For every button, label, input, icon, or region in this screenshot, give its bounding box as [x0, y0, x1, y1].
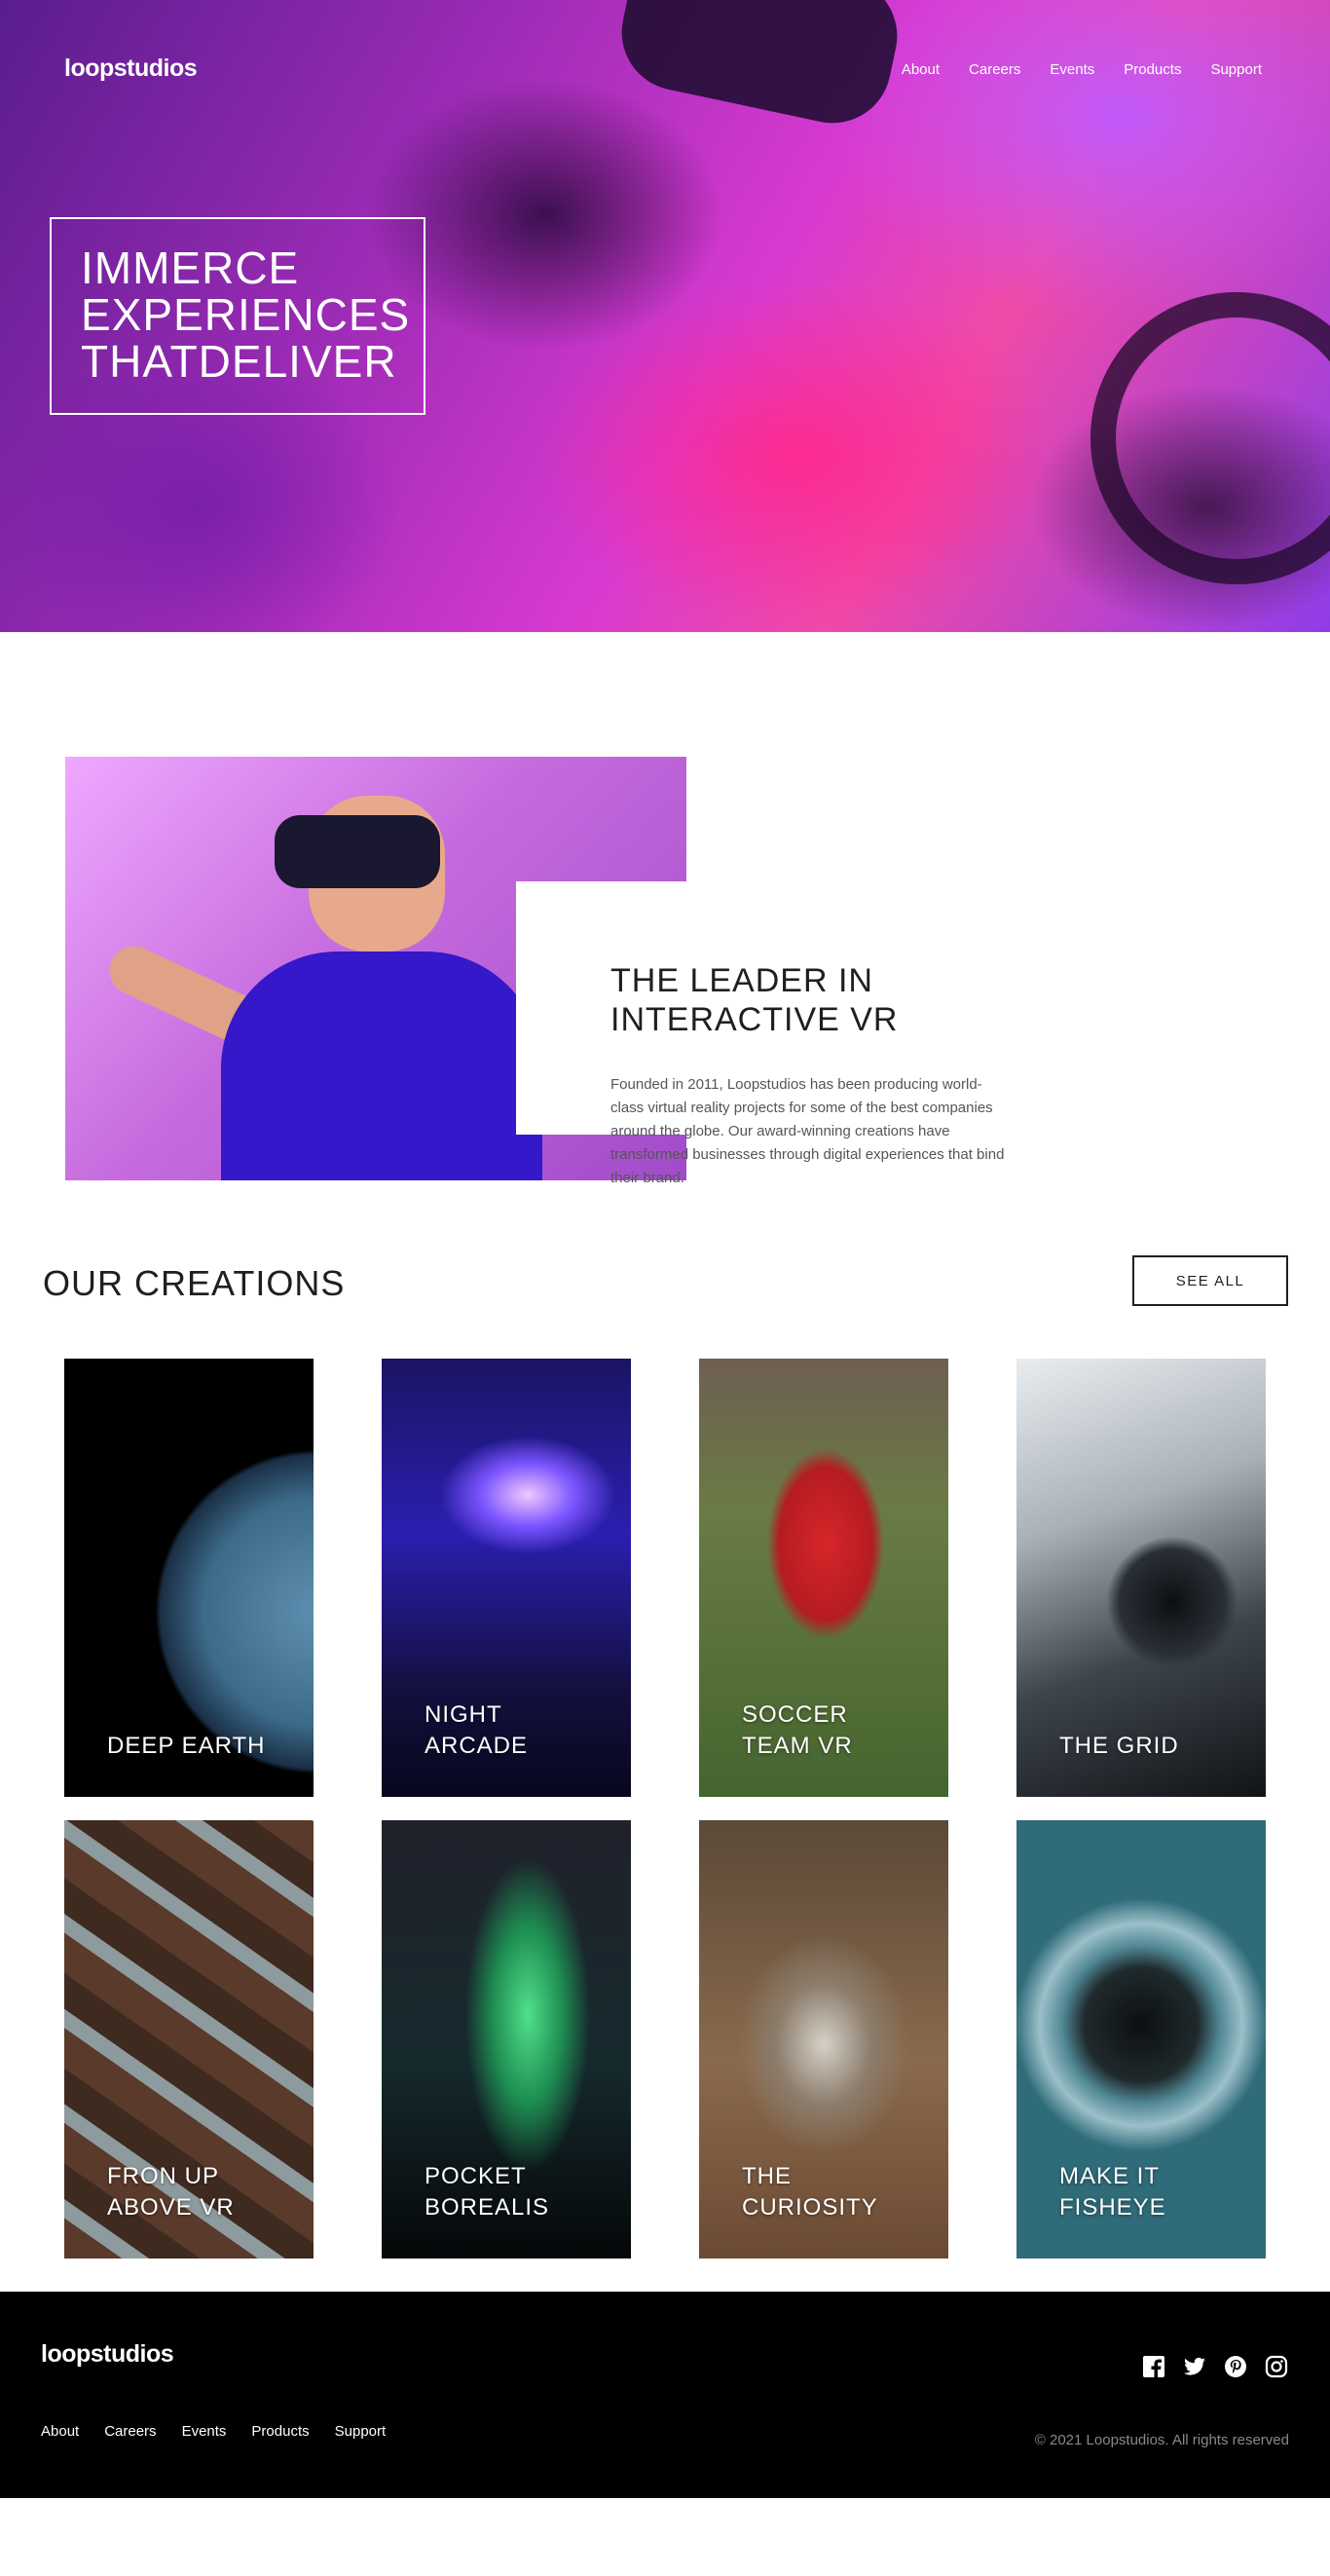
creation-card-soccer-team-vr[interactable]: SOCCER TEAM VR: [699, 1359, 948, 1797]
hero-headline-line: THATDELIVER: [81, 336, 397, 387]
creation-card-title: THE GRID: [1059, 1733, 1179, 1759]
social-links: [1141, 2355, 1289, 2380]
interactive-title: THE LEADER IN INTERACTIVE VR: [610, 962, 899, 1038]
nav-events[interactable]: Events: [1050, 61, 1094, 78]
hero-vr-headset-shape: [610, 0, 908, 134]
creation-card-title: SOCCER TEAM VR: [742, 1701, 853, 1759]
creation-card-title: MAKE IT FISHEYE: [1059, 2163, 1166, 2221]
creation-card-pocket-borealis[interactable]: POCKET BOREALIS: [382, 1820, 631, 2259]
nav-support[interactable]: Support: [1210, 61, 1262, 78]
hero-headline-box: IMMERCE EXPERIENCES THATDELIVER: [50, 217, 425, 415]
twitter-icon[interactable]: [1182, 2355, 1207, 2380]
hero-headline-line: IMMERCE: [81, 243, 300, 293]
hero-steering-wheel-shape: [1090, 292, 1330, 584]
vr-headset-shape: [275, 815, 440, 888]
creation-card-night-arcade[interactable]: NIGHT ARCADE: [382, 1359, 631, 1797]
creation-card-the-grid[interactable]: THE GRID: [1016, 1359, 1266, 1797]
footer-logo[interactable]: loopstudios: [41, 2340, 174, 2369]
creation-card-title: DEEP EARTH: [107, 1733, 266, 1759]
creation-card-title: NIGHT ARCADE: [425, 1701, 529, 1759]
footer-nav-support[interactable]: Support: [335, 2423, 387, 2440]
interactive-section: THE LEADER IN INTERACTIVE VR Founded in …: [0, 632, 1330, 1255]
creation-card-title: FRON UP ABOVE VR: [107, 2163, 235, 2221]
footer-nav-products[interactable]: Products: [251, 2423, 309, 2440]
footer-nav-careers[interactable]: Careers: [104, 2423, 156, 2440]
hero-section: loopstudios About Careers Events Product…: [0, 0, 1330, 632]
see-all-button[interactable]: SEE ALL: [1132, 1255, 1288, 1306]
creation-card-deep-earth[interactable]: DEEP EARTH: [64, 1359, 314, 1797]
footer-nav-events[interactable]: Events: [182, 2423, 227, 2440]
site-logo[interactable]: loopstudios: [64, 55, 198, 83]
creation-card-make-it-fisheye[interactable]: MAKE IT FISHEYE: [1016, 1820, 1266, 2259]
hero-headline-line: EXPERIENCES: [81, 289, 411, 340]
vr-shirt-shape: [221, 952, 542, 1180]
creations-title: OUR CREATIONS: [43, 1263, 346, 1303]
facebook-icon[interactable]: [1141, 2355, 1166, 2380]
nav-about[interactable]: About: [902, 61, 940, 78]
main-nav: About Careers Events Products Support: [902, 61, 1262, 78]
interactive-text: Founded in 2011, Loopstudios has been pr…: [610, 1076, 1005, 1186]
creation-card-title: POCKET BOREALIS: [425, 2163, 550, 2221]
nav-careers[interactable]: Careers: [969, 61, 1020, 78]
footer-nav-about[interactable]: About: [41, 2423, 79, 2440]
creation-card-title: THE CURIOSITY: [742, 2163, 878, 2221]
pinterest-icon[interactable]: [1223, 2355, 1248, 2380]
creations-section: OUR CREATIONS SEE ALL DEEP EARTH NIGHT A…: [0, 1255, 1330, 2292]
copyright-text: © 2021 Loopstudios. All rights reserved: [1034, 2432, 1289, 2448]
nav-products[interactable]: Products: [1124, 61, 1181, 78]
instagram-icon[interactable]: [1264, 2355, 1289, 2380]
creation-card-from-up-above-vr[interactable]: FRON UP ABOVE VR: [64, 1820, 314, 2259]
site-footer: loopstudios About Careers Events Product…: [0, 2292, 1330, 2498]
creation-card-the-curiosity[interactable]: THE CURIOSITY: [699, 1820, 948, 2259]
footer-nav: About Careers Events Products Support: [41, 2423, 386, 2440]
